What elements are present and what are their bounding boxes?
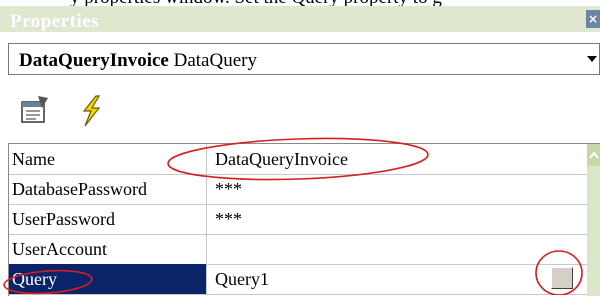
properties-toolbar bbox=[8, 86, 600, 136]
window-title: Properties bbox=[10, 11, 100, 32]
property-row-query[interactable]: Query Query1 bbox=[9, 264, 587, 295]
vertical-scrollbar[interactable] bbox=[587, 144, 600, 296]
close-button[interactable]: × bbox=[586, 10, 600, 28]
property-row-userpassword[interactable]: UserPassword *** bbox=[9, 204, 587, 235]
dropdown-arrow-icon[interactable] bbox=[585, 44, 599, 74]
property-value[interactable]: Query1 bbox=[215, 264, 575, 294]
properties-titlebar: Properties × bbox=[0, 6, 600, 32]
events-lightning-icon[interactable] bbox=[74, 94, 108, 128]
property-name: UserAccount bbox=[9, 234, 207, 264]
property-name: UserPassword bbox=[9, 204, 207, 234]
selected-object: DataQueryInvoice DataQuery bbox=[19, 50, 257, 72]
property-pages-icon[interactable] bbox=[18, 94, 52, 128]
property-value[interactable] bbox=[215, 234, 575, 264]
property-name: DatabasePassword bbox=[9, 174, 207, 204]
property-grid: Name DataQueryInvoice DatabasePassword *… bbox=[8, 143, 600, 296]
property-row-useraccount[interactable]: UserAccount bbox=[9, 234, 587, 265]
property-row-name[interactable]: Name DataQueryInvoice bbox=[9, 144, 587, 175]
property-value[interactable]: DataQueryInvoice bbox=[215, 144, 575, 174]
property-row-databasepassword[interactable]: DatabasePassword *** bbox=[9, 174, 587, 205]
property-value[interactable]: *** bbox=[215, 204, 575, 234]
query-ellipsis-button[interactable] bbox=[551, 267, 573, 289]
property-value[interactable]: *** bbox=[215, 174, 575, 204]
scroll-up-icon[interactable] bbox=[587, 144, 600, 166]
object-selector-dropdown[interactable]: DataQueryInvoice DataQuery bbox=[8, 43, 600, 75]
object-type: DataQuery bbox=[173, 50, 257, 71]
property-name: Query bbox=[9, 264, 207, 294]
property-name: Name bbox=[9, 144, 207, 174]
object-name: DataQueryInvoice bbox=[19, 50, 169, 71]
